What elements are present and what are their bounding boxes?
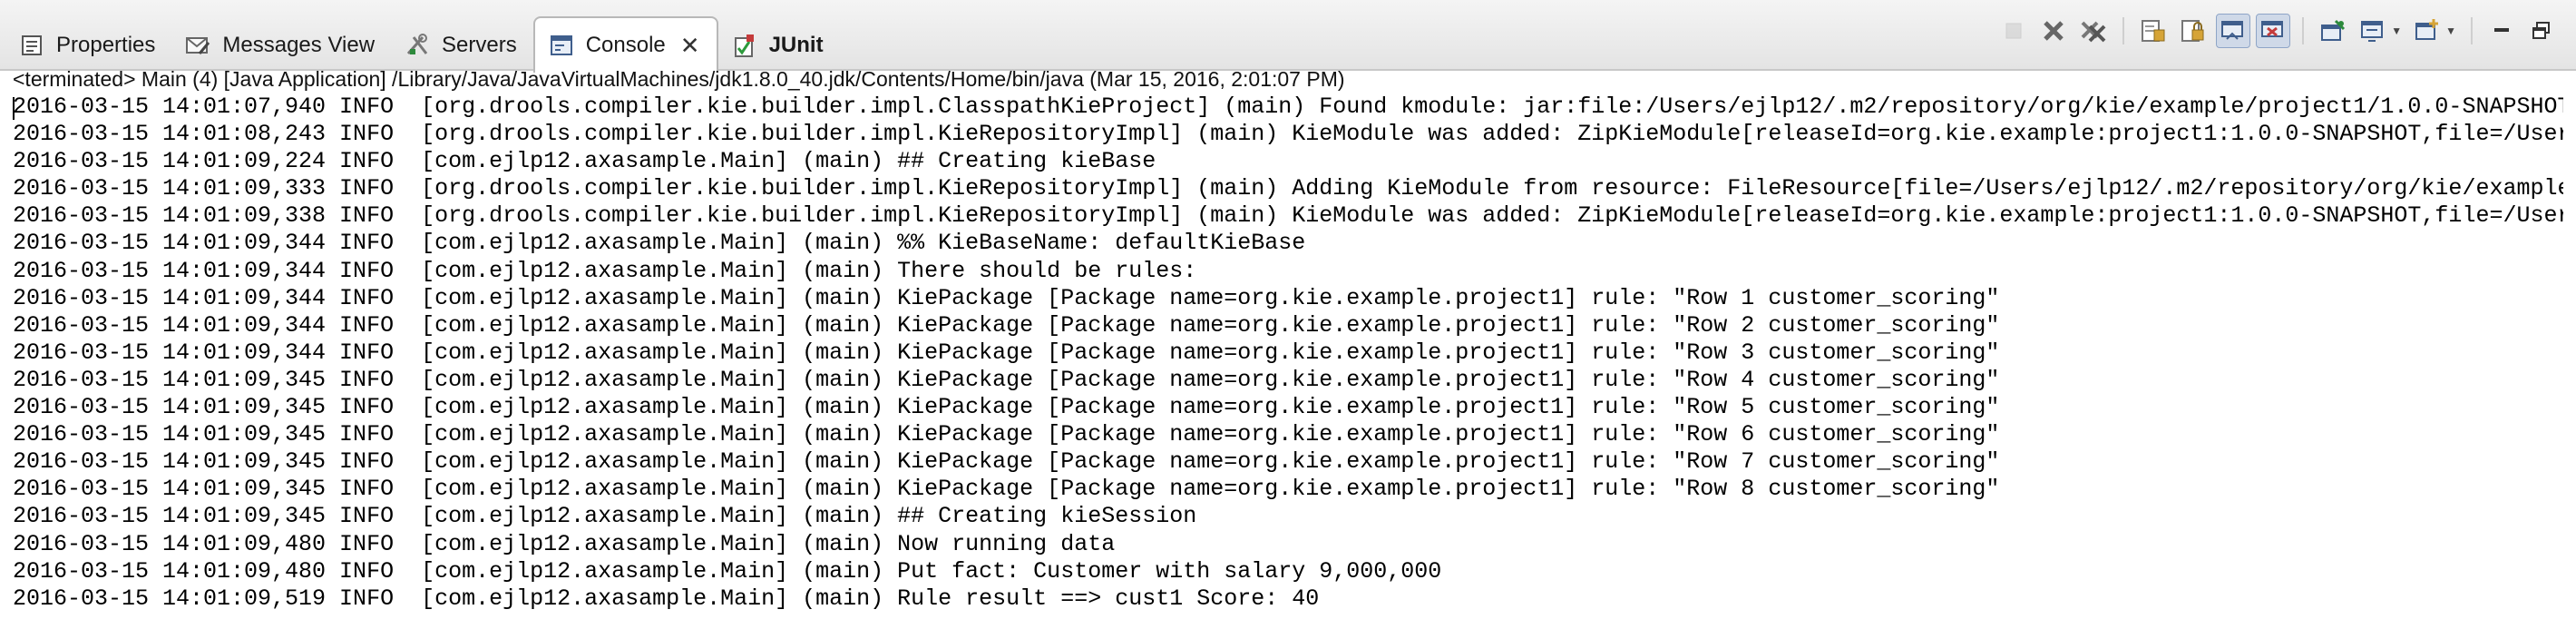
console-line: 2016-03-15 14:01:09,344 INFO [com.ejlp12…	[13, 230, 1306, 257]
toolbar-separator	[2302, 17, 2305, 44]
remove-all-terminated-icon[interactable]	[2077, 15, 2110, 47]
console-line: 2016-03-15 14:01:09,344 INFO [com.ejlp12…	[13, 257, 1197, 284]
console-line: 2016-03-15 14:01:09,345 INFO [com.ejlp12…	[13, 421, 2000, 448]
junit-icon	[731, 32, 758, 59]
tab-messages-view-label: Messages View	[222, 33, 376, 57]
text-caret	[13, 97, 15, 120]
view-tabs: Properties Messages View Servers Console…	[5, 11, 840, 73]
console-line: 2016-03-15 14:01:09,480 INFO [com.ejlp12…	[13, 557, 1442, 585]
scroll-lock-icon[interactable]	[2177, 15, 2210, 47]
console-icon	[548, 32, 575, 59]
tab-properties-label: Properties	[56, 33, 156, 57]
terminate-icon[interactable]	[1997, 15, 2030, 47]
show-on-stdout-icon[interactable]	[2216, 14, 2251, 48]
console-line: 2016-03-15 14:01:07,940 INFO [org.drools…	[13, 93, 2563, 120]
console-line: 2016-03-15 14:01:09,345 INFO [com.ejlp12…	[13, 394, 2000, 421]
console-toolbar: ▼ ▼	[1994, 13, 2561, 49]
console-line: 2016-03-15 14:01:09,333 INFO [org.drools…	[13, 175, 2563, 202]
chevron-down-icon[interactable]: ▼	[2391, 25, 2402, 37]
tab-servers-label: Servers	[442, 33, 517, 57]
tab-junit-label: JUnit	[768, 33, 824, 57]
tab-console[interactable]: Console ✕	[532, 16, 718, 73]
console-line: 2016-03-15 14:01:09,344 INFO [com.ejlp12…	[13, 284, 2000, 311]
minimize-icon[interactable]	[2485, 15, 2518, 47]
tab-junit[interactable]: JUnit	[718, 20, 840, 71]
clear-console-icon[interactable]	[2137, 15, 2170, 47]
remove-launch-icon[interactable]	[2037, 15, 2070, 47]
tab-properties[interactable]: Properties	[5, 20, 171, 71]
open-console-icon[interactable]	[2411, 15, 2444, 47]
console-line: 2016-03-15 14:01:09,480 INFO [com.ejlp12…	[13, 530, 1116, 557]
console-status-line: <terminated> Main (4) [Java Application]…	[13, 67, 1345, 91]
console-output[interactable]: 2016-03-15 14:01:07,940 INFO [org.drools…	[13, 93, 2563, 638]
console-line: 2016-03-15 14:01:09,344 INFO [com.ejlp12…	[13, 311, 2000, 339]
maximize-icon[interactable]	[2525, 15, 2558, 47]
console-line: 2016-03-15 14:01:09,345 INFO [com.ejlp12…	[13, 366, 2000, 393]
console-line: 2016-03-15 14:01:09,345 INFO [com.ejlp12…	[13, 448, 2000, 476]
console-line: 2016-03-15 14:01:08,243 INFO [org.drools…	[13, 121, 2563, 148]
console-line: 2016-03-15 14:01:09,344 INFO [com.ejlp12…	[13, 339, 2000, 366]
tab-console-label: Console	[585, 33, 666, 57]
tab-messages-view[interactable]: Messages View	[171, 20, 391, 71]
console-line: 2016-03-15 14:01:09,345 INFO [com.ejlp12…	[13, 503, 1197, 530]
pin-console-icon[interactable]	[2317, 15, 2349, 47]
close-icon[interactable]: ✕	[680, 34, 700, 57]
show-on-stderr-icon[interactable]	[2256, 14, 2291, 48]
view-tab-bar: Properties Messages View Servers Console…	[0, 0, 2576, 73]
tab-servers[interactable]: Servers	[391, 20, 533, 71]
servers-icon	[404, 32, 431, 59]
display-selected-console-icon[interactable]	[2356, 15, 2389, 47]
console-line: 2016-03-15 14:01:09,345 INFO [com.ejlp12…	[13, 476, 2000, 503]
toolbar-separator	[2471, 17, 2473, 44]
messages-view-icon	[184, 32, 211, 59]
console-line: 2016-03-15 14:01:09,338 INFO [org.drools…	[13, 202, 2563, 230]
toolbar-separator	[2122, 17, 2125, 44]
chevron-down-icon[interactable]: ▼	[2445, 25, 2456, 37]
console-line: 2016-03-15 14:01:09,224 INFO [com.ejlp12…	[13, 148, 1156, 175]
console-line: 2016-03-15 14:01:09,519 INFO [com.ejlp12…	[13, 585, 1320, 612]
properties-icon	[18, 32, 45, 59]
